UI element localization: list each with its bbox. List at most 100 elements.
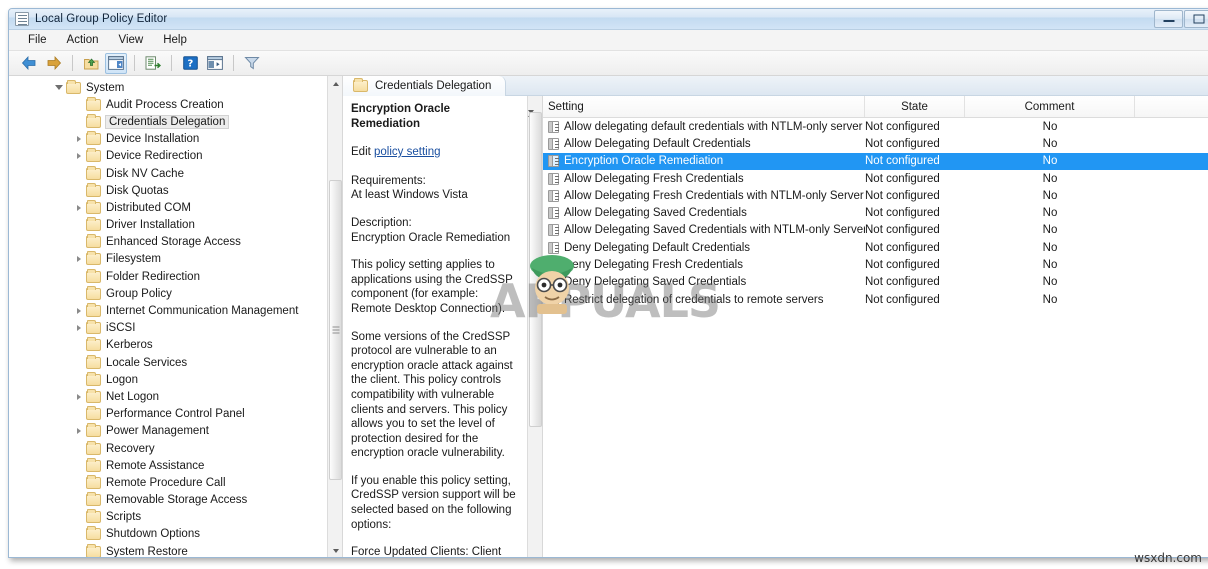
tree-node-label: Remote Procedure Call [106, 476, 226, 489]
tree-node[interactable]: Filesystem [9, 251, 342, 268]
cell-setting: Allow Delegating Default Credentials [543, 137, 865, 150]
tree-node[interactable]: Locale Services [9, 354, 342, 371]
help-icon[interactable]: ? [179, 53, 201, 74]
minimize-button[interactable] [1154, 10, 1183, 28]
tab-label: Credentials Delegation [375, 80, 492, 92]
expander-collapsed-icon[interactable] [71, 320, 86, 337]
tree-node[interactable]: Performance Control Panel [9, 406, 342, 423]
tree-node[interactable]: Device Redirection [9, 148, 342, 165]
tree-node[interactable]: Distributed COM [9, 199, 342, 216]
settings-list-row[interactable]: Allow Delegating Saved Credentials Not co… [543, 204, 1208, 221]
settings-list-row[interactable]: Allow delegating default credentials wit… [543, 118, 1208, 135]
tree-node[interactable]: Internet Communication Management [9, 302, 342, 319]
tree-node[interactable]: Removable Storage Access [9, 492, 342, 509]
settings-list-row[interactable]: Deny Delegating Fresh Credentials Not con… [543, 256, 1208, 273]
tree-node[interactable]: Device Installation [9, 131, 342, 148]
tree-node-label: Performance Control Panel [106, 408, 245, 421]
toolbar-separator-4 [233, 55, 234, 71]
folder-icon [86, 526, 101, 541]
expander-placeholder [71, 474, 86, 491]
console-tree[interactable]: System Audit Process Creation Credentials … [9, 76, 342, 557]
expander-collapsed-icon[interactable] [71, 199, 86, 216]
tree-node[interactable]: Folder Redirection [9, 268, 342, 285]
tree-node[interactable]: Audit Process Creation [9, 96, 342, 113]
tree-node[interactable]: Group Policy [9, 285, 342, 302]
requirements-value: At least Windows Vista [351, 189, 468, 202]
menu-item-action[interactable]: Action [58, 32, 108, 48]
edit-label: Edit [351, 146, 375, 159]
setting-name: Allow Delegating Default Credentials [564, 137, 751, 150]
settings-list-pane: Setting State Comment Allow delegating d… [543, 96, 1208, 557]
expander-open-icon[interactable] [51, 79, 66, 96]
settings-list-row[interactable]: Encryption Oracle Remediation Not configu… [543, 152, 1208, 170]
show-hide-action-pane-icon[interactable] [204, 53, 226, 74]
settings-list-row[interactable]: Allow Delegating Saved Credentials with … [543, 222, 1208, 239]
tree-node[interactable]: Credentials Delegation [9, 113, 342, 130]
column-header-comment[interactable]: Comment [965, 96, 1135, 117]
tree-node[interactable]: Shutdown Options [9, 526, 342, 543]
tree-node[interactable]: Driver Installation [9, 217, 342, 234]
edit-policy-setting-link[interactable]: policy setting [374, 146, 440, 158]
menu-item-view[interactable]: View [110, 32, 153, 48]
export-list-icon[interactable] [142, 53, 164, 74]
cell-state: Not configured [865, 224, 940, 237]
tree-node-label: Filesystem [106, 253, 161, 266]
tree-scroll-up-button[interactable] [328, 76, 342, 91]
tree-node-label: Power Management [106, 425, 209, 438]
expander-collapsed-icon[interactable] [71, 131, 86, 148]
tree-node[interactable]: Remote Assistance [9, 457, 342, 474]
filter-icon[interactable] [241, 53, 263, 74]
description-scroll-thumb[interactable] [529, 112, 542, 427]
expander-collapsed-icon[interactable] [71, 148, 86, 165]
tree-node[interactable]: Enhanced Storage Access [9, 234, 342, 251]
expander-placeholder [71, 96, 86, 113]
policy-setting-icon [548, 120, 559, 133]
tree-scroll-thumb[interactable] [329, 180, 342, 480]
tree-node[interactable]: Kerberos [9, 337, 342, 354]
settings-list-row[interactable]: Allow Delegating Fresh Credentials Not co… [543, 170, 1208, 187]
expander-collapsed-icon[interactable] [71, 303, 86, 320]
restore-button[interactable] [1184, 10, 1208, 28]
description-paragraph-4: Force Updated Clients: Client applicatio… [351, 546, 502, 558]
folder-icon [86, 509, 101, 524]
forward-icon[interactable] [43, 53, 65, 74]
tree-node[interactable]: Recovery [9, 440, 342, 457]
expander-collapsed-icon[interactable] [71, 388, 86, 405]
tree-node[interactable]: Scripts [9, 509, 342, 526]
column-header-setting[interactable]: Setting [543, 96, 865, 117]
menu-item-file[interactable]: File [19, 32, 56, 48]
tree-scrollbar[interactable] [327, 76, 342, 557]
settings-list-row[interactable]: Deny Delegating Default Credentials Not c… [543, 239, 1208, 256]
tree-node[interactable]: Disk Quotas [9, 182, 342, 199]
tree-scroll-down-button[interactable] [328, 543, 342, 557]
back-icon[interactable] [18, 53, 40, 74]
description-scrollbar[interactable] [527, 96, 542, 557]
tree-node-label: Kerberos [106, 339, 153, 352]
settings-list-row[interactable]: Restrict delegation of credentials to re… [543, 291, 1208, 308]
folder-icon [86, 474, 101, 489]
up-one-level-icon[interactable] [80, 53, 102, 74]
show-hide-console-tree-icon[interactable] [105, 52, 127, 74]
expander-collapsed-icon[interactable] [71, 251, 86, 268]
expander-collapsed-icon[interactable] [71, 423, 86, 440]
tree-node[interactable]: Disk NV Cache [9, 165, 342, 182]
setting-name: Deny Delegating Default Credentials [564, 241, 751, 254]
triangle-down-icon [54, 85, 63, 91]
menu-item-help[interactable]: Help [154, 32, 196, 48]
tree-node[interactable]: Logon [9, 371, 342, 388]
settings-list-row[interactable]: Allow Delegating Fresh Credentials with … [543, 187, 1208, 204]
settings-list[interactable]: Allow delegating default credentials wit… [543, 118, 1208, 308]
tree-node[interactable]: System [9, 79, 342, 96]
settings-list-row[interactable]: Deny Delegating Saved Credentials Not con… [543, 274, 1208, 291]
tree-node[interactable]: Net Logon [9, 388, 342, 405]
tree-node-label: Disk NV Cache [106, 167, 184, 180]
tree-node[interactable]: System Restore [9, 543, 342, 557]
tree-node-label: Recovery [106, 442, 155, 455]
tree-node[interactable]: Power Management [9, 423, 342, 440]
settings-list-row[interactable]: Allow Delegating Default Credentials Not … [543, 135, 1208, 152]
cell-comment: No [1042, 207, 1058, 220]
column-header-state[interactable]: State [865, 96, 965, 117]
tab-credentials-delegation[interactable]: Credentials Delegation [343, 76, 507, 96]
tree-node[interactable]: iSCSI [9, 320, 342, 337]
tree-node[interactable]: Remote Procedure Call [9, 474, 342, 491]
